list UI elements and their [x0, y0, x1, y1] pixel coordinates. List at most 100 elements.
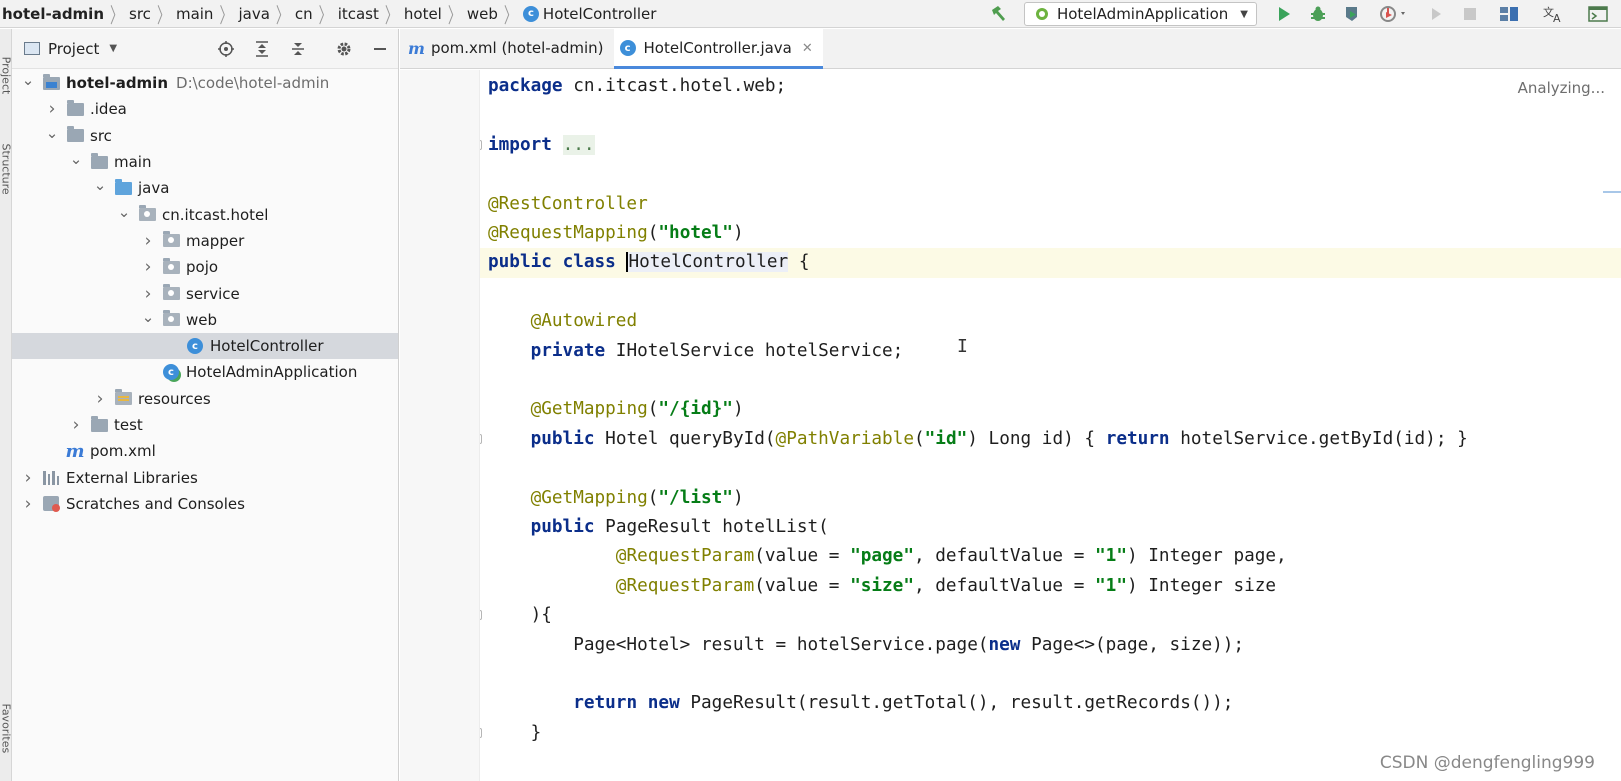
chevron-right-icon[interactable]: › [140, 231, 156, 251]
chevron-down-icon[interactable]: ⌄ [92, 176, 108, 194]
tree-item[interactable]: › pojo [12, 254, 398, 280]
tree-item[interactable]: › .idea [12, 96, 398, 122]
gear-icon[interactable] [326, 29, 362, 69]
code-line[interactable]: 30 [480, 660, 1621, 689]
code-line[interactable]: 25 public PageResult hotelList( [480, 513, 1621, 542]
tree-item[interactable]: c HotelController [12, 332, 398, 360]
code-area[interactable]: 1package cn.itcast.hotel.web;23import ..… [480, 70, 1621, 781]
breadcrumb-item[interactable]: src 〉 [123, 4, 170, 29]
expand-all-icon[interactable] [244, 29, 280, 69]
chevron-down-icon[interactable]: ⌄ [140, 308, 156, 326]
favorites-tool-tab[interactable]: Favorites [0, 704, 11, 754]
chevron-down-icon: ▼ [1240, 8, 1248, 20]
breadcrumb-item[interactable]: c HotelController [517, 5, 663, 23]
breadcrumb-separator-icon: 〉 [318, 4, 332, 29]
code-line[interactable]: 24 @GetMapping("/list") [480, 484, 1621, 513]
scrollbar-marker[interactable] [1603, 191, 1621, 193]
tree-item[interactable]: ⌄ web [12, 307, 398, 333]
run-configuration-dropdown[interactable]: HotelAdminApplication ▼ [1023, 2, 1257, 26]
code-line[interactable]: 12@RestController [480, 190, 1621, 219]
collapse-all-icon[interactable] [280, 29, 316, 69]
code-line[interactable]: 18 [480, 366, 1621, 395]
tree-item[interactable]: m pom.xml [12, 438, 398, 464]
package-icon [162, 257, 180, 275]
code-line[interactable]: 14public class HotelController { [480, 248, 1621, 278]
code-line[interactable]: 17 private IHotelService hotelService; [480, 337, 1621, 366]
fold-toggle-icon[interactable] [480, 727, 482, 738]
hide-panel-icon[interactable] [362, 29, 398, 69]
rerun-icon[interactable] [1419, 0, 1453, 28]
tree-item[interactable]: ⌄ java [12, 175, 398, 201]
terminal-icon[interactable] [1575, 0, 1621, 28]
tree-item-label: test [114, 416, 143, 434]
tree-item[interactable]: › service [12, 280, 398, 306]
code-line[interactable]: 28 ){ [480, 601, 1621, 630]
chevron-right-icon[interactable]: › [20, 468, 36, 488]
structure-tool-tab[interactable]: Structure [0, 144, 11, 195]
tree-item[interactable]: › mapper [12, 228, 398, 254]
tree-item[interactable]: › External Libraries [12, 464, 398, 490]
code-line[interactable]: 15 [480, 278, 1621, 307]
hammer-icon[interactable] [982, 0, 1016, 28]
chevron-right-icon[interactable]: › [140, 284, 156, 304]
fold-toggle-icon[interactable] [480, 610, 482, 621]
tree-item[interactable]: ⌄ src [12, 123, 398, 149]
code-line[interactable]: 2 [480, 101, 1621, 130]
project-panel: Project ▼ ⌄ hotel-admin D:\code\hotel-admi… [12, 29, 399, 781]
run-icon[interactable] [1267, 0, 1301, 28]
code-line[interactable]: 16 @Autowired [480, 307, 1621, 336]
fold-toggle-icon[interactable] [480, 139, 482, 150]
source-folder-icon [114, 178, 132, 196]
code-line[interactable]: 27 @RequestParam(value = "size", default… [480, 572, 1621, 601]
tree-item[interactable]: › resources [12, 386, 398, 412]
tree-item[interactable]: ⌄ main [12, 149, 398, 175]
tree-item[interactable]: c HotelAdminApplication [12, 359, 398, 385]
code-line[interactable]: 29 Page<Hotel> result = hotelService.pag… [480, 631, 1621, 660]
profile-icon[interactable] [1369, 0, 1419, 28]
code-line[interactable]: 31 return new PageResult(result.getTotal… [480, 689, 1621, 718]
chevron-down-icon[interactable]: ⌄ [116, 203, 132, 221]
project-view-selector[interactable]: Project ▼ [12, 40, 117, 58]
tab-hotel-controller[interactable]: c HotelController.java ✕ [613, 28, 824, 69]
code-line[interactable]: 32 } [480, 719, 1621, 748]
code-line[interactable]: 1package cn.itcast.hotel.web; [480, 72, 1621, 101]
chevron-down-icon[interactable]: ⌄ [20, 71, 36, 89]
coverage-icon[interactable] [1335, 0, 1369, 28]
breadcrumb-item[interactable]: main 〉 [170, 4, 233, 29]
code-line[interactable]: 11 [480, 160, 1621, 189]
chevron-right-icon[interactable]: › [68, 415, 84, 435]
breadcrumb-item[interactable]: hotel-admin 〉 [0, 4, 123, 29]
chevron-down-icon[interactable]: ⌄ [44, 124, 60, 142]
chevron-right-icon[interactable]: › [92, 389, 108, 409]
chevron-right-icon[interactable]: › [44, 99, 60, 119]
project-tool-tab[interactable]: Project [0, 54, 11, 98]
chevron-right-icon[interactable]: › [20, 494, 36, 514]
locate-icon[interactable] [208, 29, 244, 69]
tree-item[interactable]: ⌄ cn.itcast.hotel [12, 201, 398, 227]
fold-toggle-icon[interactable] [480, 433, 482, 444]
tree-item[interactable]: ⌄ hotel-admin D:\code\hotel-admin [12, 70, 398, 96]
breadcrumb-item[interactable]: web 〉 [461, 4, 517, 29]
tab-pom-xml[interactable]: m pom.xml (hotel-admin) [402, 28, 614, 68]
stop-icon[interactable] [1453, 0, 1487, 28]
translate-icon[interactable]: 文A [1531, 0, 1575, 28]
tab-label: HotelController.java [643, 39, 792, 57]
code-line[interactable]: 23 [480, 454, 1621, 483]
code-line[interactable]: 20 public Hotel queryById(@PathVariable(… [480, 425, 1621, 454]
code-line[interactable]: 19 @GetMapping("/{id}") [480, 395, 1621, 424]
breadcrumb-item[interactable]: java 〉 [232, 4, 288, 29]
code-line[interactable]: 3import ... [480, 131, 1621, 160]
chevron-down-icon[interactable]: ⌄ [68, 150, 84, 168]
breadcrumb-item[interactable]: hotel 〉 [398, 4, 461, 29]
code-line[interactable]: 26 @RequestParam(value = "page", default… [480, 542, 1621, 571]
debug-icon[interactable] [1301, 0, 1335, 28]
project-structure-icon[interactable] [1487, 0, 1531, 28]
tree-item[interactable]: › Scratches and Consoles [12, 491, 398, 517]
tree-item[interactable]: › test [12, 412, 398, 438]
breadcrumb-item[interactable]: cn 〉 [289, 4, 332, 29]
chevron-right-icon[interactable]: › [140, 257, 156, 277]
close-icon[interactable]: ✕ [802, 41, 813, 56]
breadcrumb-item[interactable]: itcast 〉 [332, 4, 398, 29]
folder-icon [90, 152, 108, 170]
code-line[interactable]: 13@RequestMapping("hotel") [480, 219, 1621, 248]
